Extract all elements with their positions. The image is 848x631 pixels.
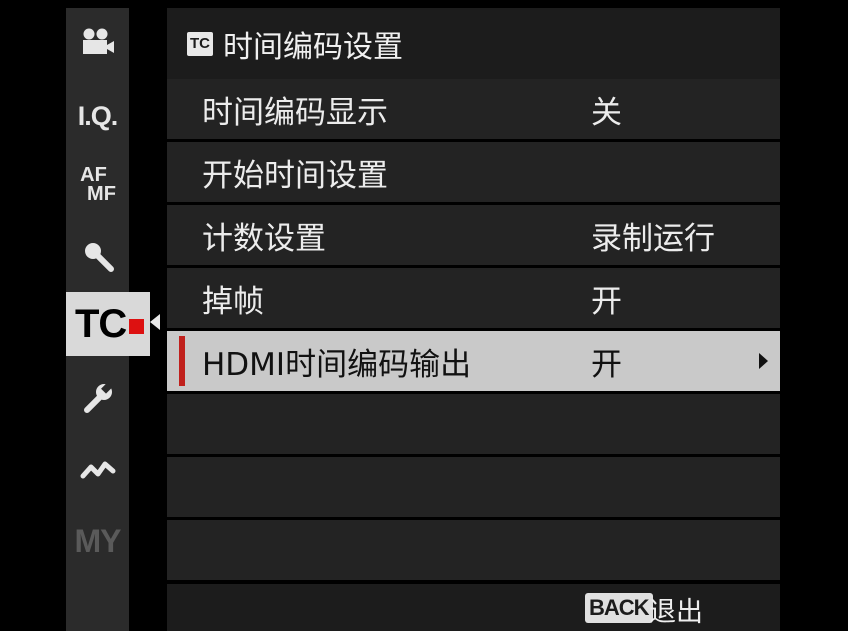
selection-accent — [179, 336, 185, 386]
menu-item-value: 录制运行 — [591, 220, 715, 257]
my-menu-icon: MY — [74, 522, 122, 559]
sidebar-item-setup[interactable] — [66, 378, 129, 418]
menu-item-label: HDMI时间编码输出 — [202, 346, 472, 383]
connection-icon — [80, 461, 115, 479]
image-quality-icon: I.Q. — [77, 100, 119, 131]
menu-item-drop-frame[interactable]: 掉帧 开 — [167, 268, 780, 331]
active-tab-caret-icon — [150, 314, 160, 330]
sidebar-item-af-mf[interactable]: AF MF — [66, 160, 129, 210]
menu-item-label: 掉帧 — [202, 283, 264, 320]
menu-item-value: 开 — [591, 283, 622, 320]
active-tab-marker — [129, 318, 145, 334]
page-title: 时间编码设置 — [223, 29, 403, 65]
timecode-icon: TC — [75, 301, 127, 346]
timecode-badge-icon: TC — [187, 31, 213, 56]
menu-item-label: 时间编码显示 — [202, 94, 388, 131]
af-mf-icon: AF MF — [79, 165, 116, 205]
menu-item-timecode-display[interactable]: 时间编码显示 关 — [167, 79, 780, 142]
menu-item-empty — [167, 394, 780, 457]
mf-label: MF — [87, 183, 116, 205]
back-button[interactable]: BACK — [585, 593, 653, 623]
sidebar-item-audio[interactable] — [66, 236, 129, 276]
menu-item-hdmi-timecode-output[interactable]: HDMI时间编码输出 开 — [167, 331, 780, 394]
menu-item-start-time-setting[interactable]: 开始时间设置 — [167, 142, 780, 205]
menu-item-value: 关 — [591, 94, 622, 131]
menu-list: 时间编码显示 关 开始时间设置 计数设置 录制运行 掉帧 开 HDMI时间编码输… — [167, 79, 780, 583]
microphone-icon — [84, 243, 114, 272]
sidebar-item-my[interactable]: MY — [66, 521, 129, 561]
footer-bar: BACK 退出 — [167, 584, 780, 631]
menu-item-label: 计数设置 — [202, 220, 326, 257]
sidebar-item-timecode[interactable]: TC — [66, 292, 150, 356]
menu-item-count-up-setting[interactable]: 计数设置 录制运行 — [167, 205, 780, 268]
sidebar-item-iq[interactable]: I.Q. — [66, 96, 129, 136]
menu-item-empty — [167, 457, 780, 520]
menu-item-label: 开始时间设置 — [202, 157, 388, 194]
menu-item-value: 开 — [591, 346, 622, 383]
movie-camera-icon — [82, 28, 114, 54]
sidebar-item-movie[interactable] — [66, 22, 129, 62]
chevron-right-icon — [759, 353, 768, 369]
menu-item-empty — [167, 520, 780, 583]
exit-label: 退出 — [649, 597, 703, 628]
sidebar-item-connection[interactable] — [66, 450, 129, 490]
menu-header: TC 时间编码设置 — [167, 8, 780, 79]
wrench-icon — [83, 382, 112, 413]
